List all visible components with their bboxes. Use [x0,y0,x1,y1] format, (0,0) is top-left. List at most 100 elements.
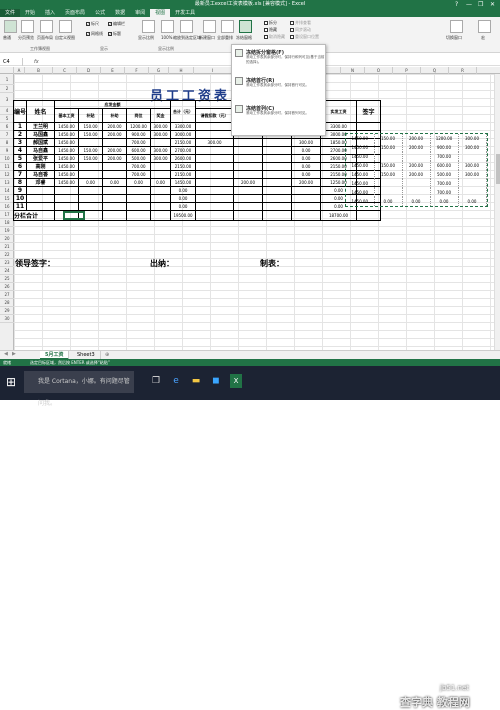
reset-position-button[interactable]: 重设窗口位置 [290,34,319,40]
salary-cell[interactable] [102,138,128,147]
page-break-button[interactable] [21,20,34,33]
copied-cell[interactable]: 0.00 [430,197,459,206]
minimize-button[interactable]: — [466,0,472,9]
column-header-R[interactable]: R [449,67,477,74]
salary-cell[interactable]: 600.00 [126,146,152,155]
row-number[interactable]: 5 [12,154,28,163]
row-header-7[interactable]: 7 [0,131,14,139]
prev-sheet-icon[interactable]: ◀ [4,351,8,357]
salary-cell[interactable]: 300.00 [195,138,235,147]
salary-cell[interactable]: 0.00 [126,178,152,187]
select-all-corner[interactable] [0,67,14,74]
row-header-5[interactable]: 5 [0,115,14,123]
row-header-24[interactable]: 24 [0,267,14,275]
row-header-4[interactable]: 4 [0,107,14,115]
row-number[interactable]: 1 [12,122,28,131]
salary-cell[interactable]: 0.00 [170,202,197,211]
salary-cell[interactable]: 200.00 [102,130,128,139]
tab-review[interactable]: 审阅 [130,9,150,17]
salary-cell[interactable]: 0.00 [170,194,197,203]
salary-cell[interactable] [150,186,172,195]
copied-cell[interactable] [402,188,431,197]
switch-window-button[interactable] [450,20,463,33]
salary-cell[interactable]: 700.00 [126,162,152,171]
copied-cell[interactable]: 1450.00 [346,152,375,161]
salary-cell[interactable]: 200.00 [291,178,322,187]
normal-view-button[interactable] [4,20,17,33]
row-header-23[interactable]: 23 [0,259,14,267]
row-header-14[interactable]: 14 [0,187,14,195]
salary-cell[interactable] [262,154,293,163]
cortana-search-box[interactable]: 我是 Cortana，小娜。有问题尽管问我。 [24,371,134,407]
salary-cell[interactable] [102,186,128,195]
copied-cell[interactable]: 900.00 [430,143,459,152]
row-number[interactable]: 2 [12,130,28,139]
copied-cell[interactable]: 1200.00 [430,134,459,143]
copied-cell[interactable] [374,152,403,161]
row-header-30[interactable]: 30 [0,315,14,323]
row-header-26[interactable]: 26 [0,283,14,291]
row-header-21[interactable]: 21 [0,243,14,251]
salary-cell[interactable]: 150.00 [78,154,104,163]
row-header-2[interactable]: 2 [0,85,14,93]
next-sheet-icon[interactable]: ▶ [12,351,16,357]
row-header-28[interactable]: 28 [0,299,14,307]
salary-cell[interactable] [54,194,80,203]
selected-cell[interactable] [63,211,85,220]
row-header-19[interactable]: 19 [0,227,14,235]
row-header-8[interactable]: 8 [0,139,14,147]
salary-cell[interactable]: 900.00 [126,130,152,139]
salary-cell[interactable]: 1450.00 [170,178,197,187]
row-header-22[interactable]: 22 [0,251,14,259]
column-header-Q[interactable]: Q [421,67,449,74]
salary-cell[interactable]: 2700.00 [170,146,197,155]
salary-cell[interactable] [262,170,293,179]
new-window-button[interactable] [203,20,216,33]
macros-button[interactable] [478,20,491,33]
salary-cell[interactable] [78,186,104,195]
copied-cell[interactable] [402,179,431,188]
salary-cell[interactable] [78,162,104,171]
salary-cell[interactable] [54,202,80,211]
copied-cell[interactable]: 700.00 [430,188,459,197]
salary-cell[interactable] [262,186,293,195]
freeze-panes-button[interactable] [239,20,252,33]
salary-cell[interactable]: 0.00 [102,178,128,187]
copied-cell[interactable] [458,152,487,161]
salary-cell[interactable]: 200.00 [102,146,128,155]
row-header-12[interactable]: 12 [0,171,14,179]
task-view-icon[interactable]: ❐ [150,374,162,388]
salary-cell[interactable]: 700.00 [126,138,152,147]
hide-button[interactable]: 隐藏 [264,27,277,33]
salary-cell[interactable]: 1200.00 [126,122,152,131]
salary-cell[interactable]: 0.00 [291,146,322,155]
salary-cell[interactable]: 1450.00 [54,170,80,179]
salary-cell[interactable] [150,170,172,179]
copied-cell[interactable]: 300.00 [458,134,487,143]
salary-cell[interactable] [78,194,104,203]
salary-cell[interactable] [78,170,104,179]
salary-cell[interactable] [195,154,235,163]
row-header-18[interactable]: 18 [0,219,14,227]
salary-cell[interactable]: 300.00 [150,130,172,139]
tab-formulas[interactable]: 公式 [90,9,110,17]
copied-cell[interactable]: 150.00 [374,134,403,143]
copied-cell[interactable]: 700.00 [430,152,459,161]
copied-cell[interactable]: 600.00 [430,161,459,170]
salary-cell[interactable] [195,186,235,195]
row-header-27[interactable]: 27 [0,291,14,299]
column-header-A[interactable]: A [14,67,25,74]
copied-cell[interactable]: 0.00 [458,197,487,206]
row-header-25[interactable]: 25 [0,275,14,283]
row-header-11[interactable]: 11 [0,163,14,171]
salary-cell[interactable] [233,194,264,203]
salary-cell[interactable] [233,162,264,171]
salary-cell[interactable]: 150.00 [78,122,104,131]
formula-bar-checkbox[interactable]: ✓编辑栏 [108,21,125,27]
salary-cell[interactable]: 0.00 [78,178,104,187]
zoom-selection-button[interactable] [180,20,193,33]
salary-cell[interactable]: 1450.00 [54,138,80,147]
sign-cell[interactable] [356,122,382,131]
tab-developer[interactable]: 开发工具 [170,9,200,17]
row-header-10[interactable]: 10 [0,155,14,163]
